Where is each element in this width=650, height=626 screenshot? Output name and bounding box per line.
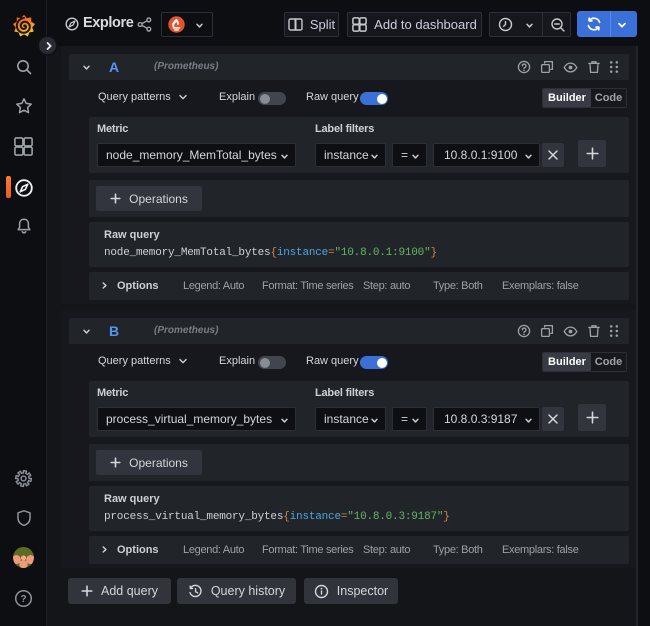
- svg-text:?: ?: [20, 594, 26, 605]
